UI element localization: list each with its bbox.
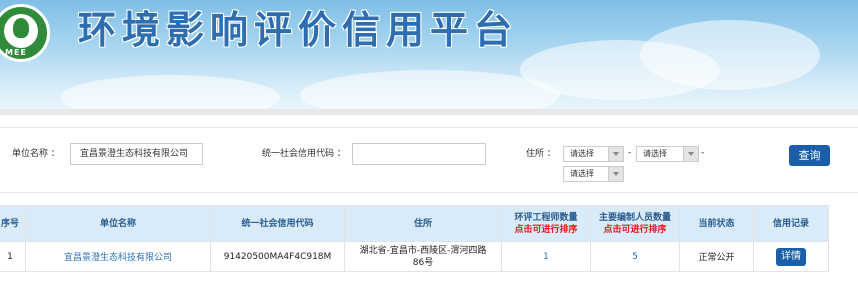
header-index: 序号 xyxy=(0,205,26,242)
cloud-decoration xyxy=(300,70,560,115)
address-separator: - xyxy=(701,148,705,158)
detail-button[interactable]: 详情 xyxy=(776,247,806,266)
header-banner: MEE 环境影响评价信用平台 xyxy=(0,0,858,115)
district-select[interactable]: 请选择 xyxy=(563,166,624,182)
query-button[interactable]: 查询 xyxy=(789,145,830,166)
table-row: 1 宜昌景澄生态科技有限公司 91420500MA4F4C918M 湖北省-宜昌… xyxy=(0,241,829,272)
address-separator: - xyxy=(628,148,632,158)
cell-index: 1 xyxy=(0,241,26,272)
cell-credit-code: 91420500MA4F4C918M xyxy=(210,241,345,272)
cell-address: 湖北省-宜昌市-西陵区-渭河四路 86号 xyxy=(344,241,502,272)
page-title: 环境影响评价信用平台 xyxy=(78,8,519,52)
address-label: 住所 ： xyxy=(526,149,556,159)
cell-engineer-count[interactable]: 1 xyxy=(501,241,591,272)
chevron-down-icon xyxy=(608,147,623,161)
unit-name-input[interactable]: 宜昌景澄生态科技有限公司 xyxy=(70,143,203,165)
cell-credit-record: 详情 xyxy=(753,241,829,272)
cloud-decoration xyxy=(640,20,820,90)
province-select[interactable]: 请选择 xyxy=(563,146,624,162)
search-form: 单位名称 ： 宜昌景澄生态科技有限公司 统一社会信用代码 ： 住所 ： 请选择 … xyxy=(0,127,858,193)
header-engineer-count[interactable]: 环评工程师数量 点击可进行排序 xyxy=(501,205,591,242)
cloud-decoration xyxy=(60,75,280,115)
header-status: 当前状态 xyxy=(679,205,754,242)
mee-logo-icon: MEE xyxy=(0,4,50,62)
sort-hint: 点击可进行排序 xyxy=(514,224,578,235)
header-credit-code: 统一社会信用代码 xyxy=(210,205,345,242)
chevron-down-icon xyxy=(608,167,623,181)
cell-unit-name-link[interactable]: 宜昌景澄生态科技有限公司 xyxy=(25,241,211,272)
results-table: 序号 单位名称 统一社会信用代码 住所 环评工程师数量 点击可进行排序 主要编制… xyxy=(0,205,829,272)
credit-code-input[interactable] xyxy=(352,143,486,165)
header-credit-record: 信用记录 xyxy=(753,205,829,242)
unit-name-label: 单位名称 ： xyxy=(12,149,60,159)
sort-hint: 点击可进行排序 xyxy=(603,224,667,235)
header-address: 住所 xyxy=(344,205,502,242)
city-select[interactable]: 请选择 xyxy=(636,146,699,162)
cell-staff-count[interactable]: 5 xyxy=(590,241,680,272)
table-header-row: 序号 单位名称 统一社会信用代码 住所 环评工程师数量 点击可进行排序 主要编制… xyxy=(0,205,829,242)
cell-status: 正常公开 xyxy=(679,241,754,272)
credit-code-label: 统一社会信用代码 ： xyxy=(262,149,346,159)
chevron-down-icon xyxy=(683,147,698,161)
header-unit-name: 单位名称 xyxy=(25,205,211,242)
header-staff-count[interactable]: 主要编制人员数量 点击可进行排序 xyxy=(590,205,680,242)
